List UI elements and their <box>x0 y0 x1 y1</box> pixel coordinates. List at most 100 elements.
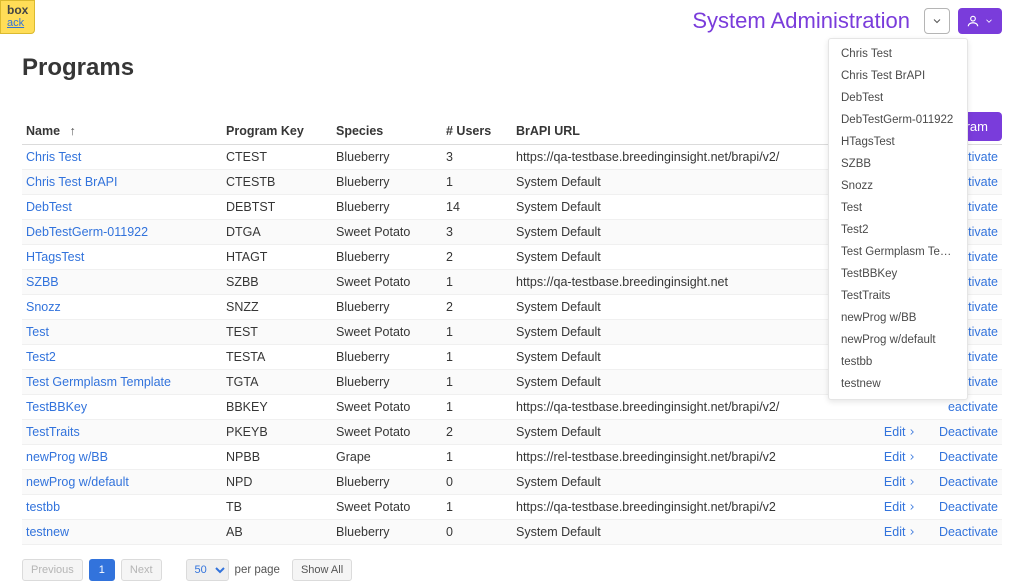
program-key-cell: HTAGT <box>222 245 332 270</box>
species-cell: Blueberry <box>332 245 442 270</box>
users-cell: 1 <box>442 445 512 470</box>
column-header-brapi-url[interactable]: BrAPI URL <box>512 118 842 145</box>
program-switcher-item[interactable]: newProg w/BB <box>829 307 967 329</box>
deactivate-link[interactable]: Deactivate <box>939 425 998 439</box>
table-row: testnew AB Blueberry 0 System Default Ed… <box>22 520 1002 545</box>
species-cell: Sweet Potato <box>332 320 442 345</box>
pagination-previous[interactable]: Previous <box>22 559 83 581</box>
user-icon <box>966 14 980 28</box>
species-cell: Sweet Potato <box>332 220 442 245</box>
program-switcher-item[interactable]: testbb <box>829 351 967 373</box>
program-switcher-item[interactable]: TestBBKey <box>829 263 967 285</box>
users-cell: 1 <box>442 345 512 370</box>
program-name-link[interactable]: Test2 <box>26 350 56 364</box>
program-name-link[interactable]: newProg w/BB <box>26 450 108 464</box>
table-row: TestTraits PKEYB Sweet Potato 2 System D… <box>22 420 1002 445</box>
species-cell: Sweet Potato <box>332 420 442 445</box>
edit-link[interactable]: Edit <box>884 450 918 464</box>
program-name-link[interactable]: testnew <box>26 525 69 539</box>
brapi-url-cell: System Default <box>512 295 842 320</box>
pagination: Previous 1 Next 50 per page Show All <box>22 559 1002 581</box>
column-header-name[interactable]: Name ↑ <box>22 118 222 145</box>
program-switcher-item[interactable]: Chris Test <box>829 43 967 65</box>
sandbox-link[interactable]: ack <box>7 17 28 29</box>
program-switcher-item[interactable]: DebTestGerm-011922 <box>829 109 967 131</box>
species-cell: Blueberry <box>332 170 442 195</box>
column-header-users[interactable]: # Users <box>442 118 512 145</box>
edit-link[interactable]: Edit <box>884 500 918 514</box>
program-name-link[interactable]: Chris Test <box>26 150 81 164</box>
species-cell: Blueberry <box>332 520 442 545</box>
program-name-link[interactable]: Test Germplasm Template <box>26 375 171 389</box>
brapi-url-cell: System Default <box>512 420 842 445</box>
deactivate-link[interactable]: Deactivate <box>939 450 998 464</box>
sandbox-badge[interactable]: box ack <box>0 0 35 34</box>
program-name-link[interactable]: Test <box>26 325 49 339</box>
users-cell: 2 <box>442 420 512 445</box>
program-switcher-item[interactable]: testnew <box>829 373 967 395</box>
user-menu-button[interactable] <box>958 8 1002 34</box>
program-switcher-item[interactable]: TestTraits <box>829 285 967 307</box>
pagination-current-page[interactable]: 1 <box>89 559 115 581</box>
program-switcher-item[interactable]: newProg w/default <box>829 329 967 351</box>
edit-link[interactable]: Edit <box>884 425 918 439</box>
sandbox-label: box <box>7 3 28 17</box>
per-page-select[interactable]: 50 <box>186 559 229 581</box>
column-header-program-key[interactable]: Program Key <box>222 118 332 145</box>
program-name-link[interactable]: TestBBKey <box>26 400 87 414</box>
edit-link[interactable]: Edit <box>884 475 918 489</box>
program-switcher-item[interactable]: Test Germplasm Template <box>829 241 967 263</box>
program-key-cell: CTEST <box>222 145 332 170</box>
brapi-url-cell: System Default <box>512 170 842 195</box>
column-header-species[interactable]: Species <box>332 118 442 145</box>
brapi-url-cell: System Default <box>512 245 842 270</box>
species-cell: Blueberry <box>332 195 442 220</box>
program-switcher-item[interactable]: DebTest <box>829 87 967 109</box>
per-page-label: per page <box>235 564 280 576</box>
program-key-cell: TEST <box>222 320 332 345</box>
program-switcher-item[interactable]: Test <box>829 197 967 219</box>
program-name-link[interactable]: newProg w/default <box>26 475 129 489</box>
pagination-next[interactable]: Next <box>121 559 162 581</box>
program-name-link[interactable]: TestTraits <box>26 425 80 439</box>
program-switcher-item[interactable]: Test2 <box>829 219 967 241</box>
users-cell: 2 <box>442 295 512 320</box>
chevron-right-icon <box>907 527 917 537</box>
program-name-link[interactable]: HTagsTest <box>26 250 84 264</box>
program-switcher-item[interactable]: SZBB <box>829 153 967 175</box>
edit-link[interactable]: Edit <box>884 525 918 539</box>
program-name-link[interactable]: Snozz <box>26 300 61 314</box>
users-cell: 1 <box>442 320 512 345</box>
program-key-cell: SZBB <box>222 270 332 295</box>
program-switcher-item[interactable]: HTagsTest <box>829 131 967 153</box>
chevron-right-icon <box>907 502 917 512</box>
page-header-title: System Administration <box>692 8 910 34</box>
species-cell: Sweet Potato <box>332 495 442 520</box>
program-name-link[interactable]: DebTest <box>26 200 72 214</box>
table-row: testbb TB Sweet Potato 1 https://qa-test… <box>22 495 1002 520</box>
chevron-down-icon <box>931 15 943 27</box>
program-switcher-item[interactable]: Snozz <box>829 175 967 197</box>
program-switcher-item[interactable]: Chris Test BrAPI <box>829 65 967 87</box>
program-key-cell: NPD <box>222 470 332 495</box>
program-key-cell: SNZZ <box>222 295 332 320</box>
program-name-link[interactable]: DebTestGerm-011922 <box>26 225 148 239</box>
brapi-url-cell: https://qa-testbase.breedinginsight.net/… <box>512 395 842 420</box>
program-key-cell: TB <box>222 495 332 520</box>
deactivate-link[interactable]: Deactivate <box>939 500 998 514</box>
users-cell: 1 <box>442 495 512 520</box>
deactivate-link[interactable]: Deactivate <box>939 475 998 489</box>
program-name-link[interactable]: SZBB <box>26 275 59 289</box>
show-all-button[interactable]: Show All <box>292 559 352 581</box>
deactivate-link[interactable]: eactivate <box>948 400 998 414</box>
users-cell: 1 <box>442 370 512 395</box>
brapi-url-cell: https://qa-testbase.breedinginsight.net/… <box>512 145 842 170</box>
species-cell: Blueberry <box>332 295 442 320</box>
brapi-url-cell: System Default <box>512 320 842 345</box>
deactivate-link[interactable]: Deactivate <box>939 525 998 539</box>
program-name-link[interactable]: testbb <box>26 500 60 514</box>
program-key-cell: CTESTB <box>222 170 332 195</box>
chevron-down-icon <box>984 16 994 26</box>
program-switcher-toggle[interactable] <box>924 8 950 34</box>
program-name-link[interactable]: Chris Test BrAPI <box>26 175 117 189</box>
